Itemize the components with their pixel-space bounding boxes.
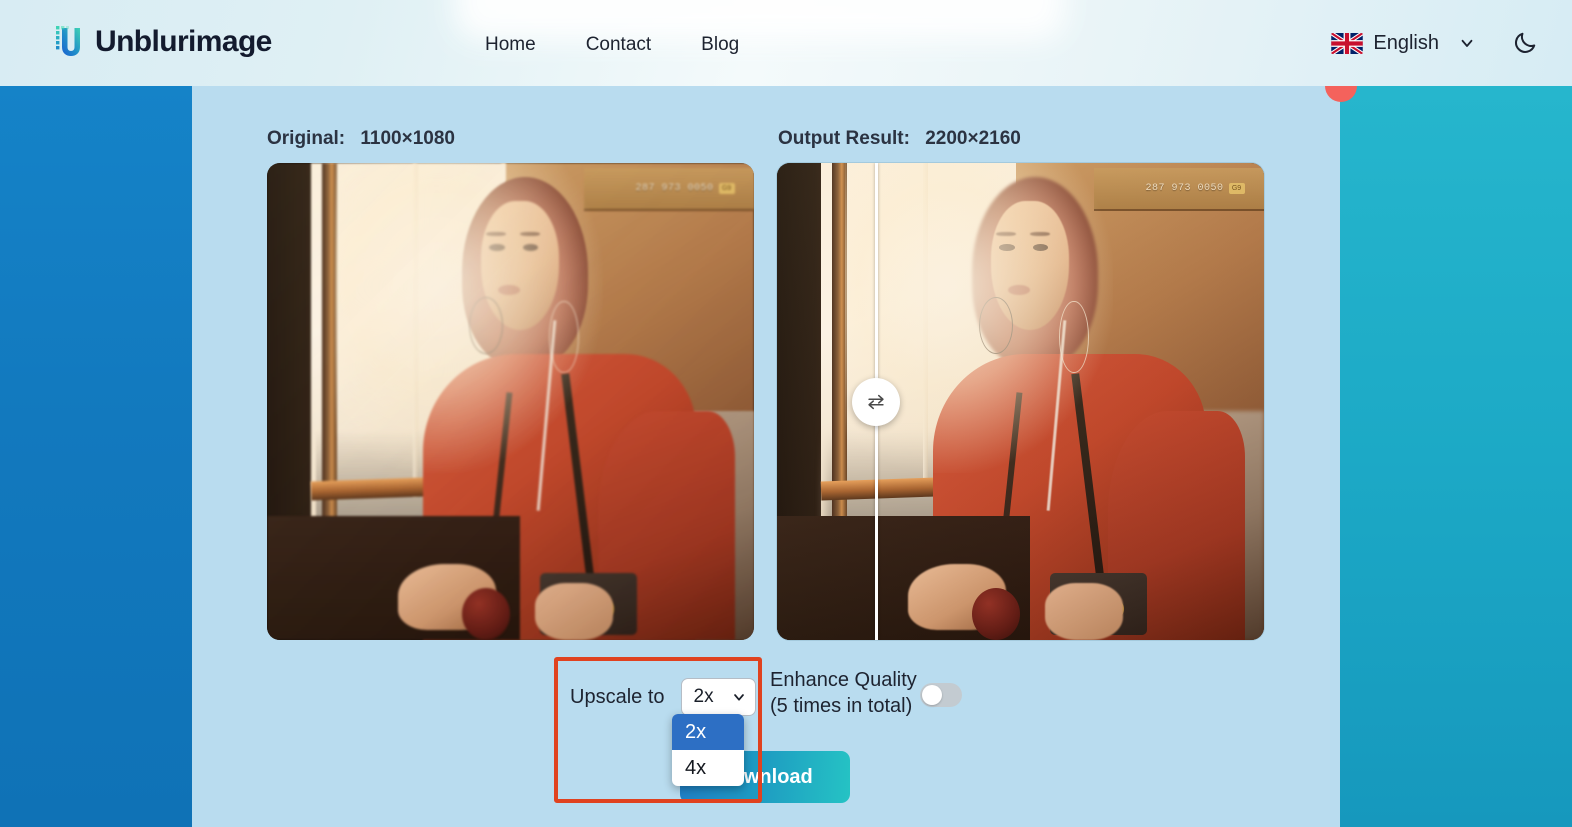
output-panel-label: Output Result: 2200×2160 (778, 128, 1021, 150)
photo-lips (498, 284, 521, 296)
unblurimage-u-logo-icon (56, 26, 80, 56)
photo-sign-badge: G9 (718, 182, 735, 194)
original-image-panel[interactable]: 287 973 0050 G9 (267, 163, 754, 640)
toggle-knob (922, 685, 942, 705)
theme-toggle-button[interactable] (1508, 26, 1542, 60)
photo-sign-text: 287 973 0050 (1145, 182, 1224, 194)
uk-flag-icon (1331, 32, 1364, 54)
original-panel-label: Original: 1100×1080 (267, 128, 455, 150)
photo-window-frame-secondary (413, 163, 419, 497)
upscale-selected-value: 2x (693, 686, 714, 707)
left-color-band (0, 86, 192, 827)
photo-hand-right (534, 582, 613, 640)
output-image-panel[interactable]: 287 973 0050 G9 (777, 163, 1264, 640)
swap-arrows-icon (868, 394, 884, 409)
brand-logo[interactable]: Unblurimage (52, 22, 272, 62)
header-right-tools: English (1331, 26, 1542, 60)
enhance-quality-toggle[interactable] (920, 683, 962, 707)
output-dimensions: 2200×2160 (925, 128, 1021, 149)
photo-sign-text: 287 973 0050 (635, 182, 714, 194)
upscale-select[interactable]: 2x (680, 678, 756, 716)
photo-round-object (461, 587, 511, 640)
original-photo: 287 973 0050 G9 (267, 163, 754, 640)
photo-hand-right (1044, 582, 1123, 640)
brand-name: Unblurimage (95, 25, 272, 58)
photo-earring-hoop-left (979, 296, 1014, 354)
photo-sign: 287 973 0050 G9 (583, 167, 754, 211)
upscale-dropdown-list[interactable]: 2x 4x (672, 714, 744, 786)
photo-sign: 287 973 0050 G9 (1093, 167, 1264, 211)
nav-item-home[interactable]: Home (460, 30, 561, 60)
chevron-down-icon (1461, 39, 1473, 47)
upscale-option-4x[interactable]: 4x (672, 750, 744, 786)
original-dimensions: 1100×1080 (360, 128, 455, 149)
photo-lips (1008, 284, 1031, 296)
photo-earring-hoop-left (469, 296, 504, 354)
right-color-band (1340, 86, 1572, 827)
language-selector[interactable]: English (1331, 32, 1482, 55)
output-label-text: Output Result: (778, 128, 910, 149)
enhance-quality-subtitle: (5 times in total) (770, 694, 913, 717)
primary-nav: Home Contact Blog (460, 30, 764, 60)
photo-window-frame-secondary (923, 163, 929, 497)
upscale-option-2x[interactable]: 2x (672, 714, 744, 750)
enhance-quality-title: Enhance Quality (770, 669, 917, 691)
photo-round-object (971, 587, 1021, 640)
original-label-text: Original: (267, 128, 346, 149)
language-label: English (1373, 31, 1439, 54)
output-photo: 287 973 0050 G9 (777, 163, 1264, 640)
chevron-down-icon (733, 694, 744, 701)
page-root: Unblurimage Home Contact Blog English Or… (0, 0, 1572, 827)
enhance-quality-block: Enhance Quality (5 times in total) (770, 668, 917, 719)
photo-eye-left (999, 244, 1015, 252)
photo-sign-badge: G9 (1228, 182, 1245, 194)
moon-icon (1515, 32, 1536, 53)
upscale-label: Upscale to (570, 685, 665, 708)
nav-item-contact[interactable]: Contact (561, 30, 676, 60)
site-header: Unblurimage Home Contact Blog English (0, 0, 1572, 86)
compare-slider-handle[interactable] (852, 377, 900, 426)
upscale-control-group: Upscale to 2x (570, 678, 756, 716)
photo-eye-left (489, 244, 505, 252)
nav-item-blog[interactable]: Blog (676, 30, 764, 60)
